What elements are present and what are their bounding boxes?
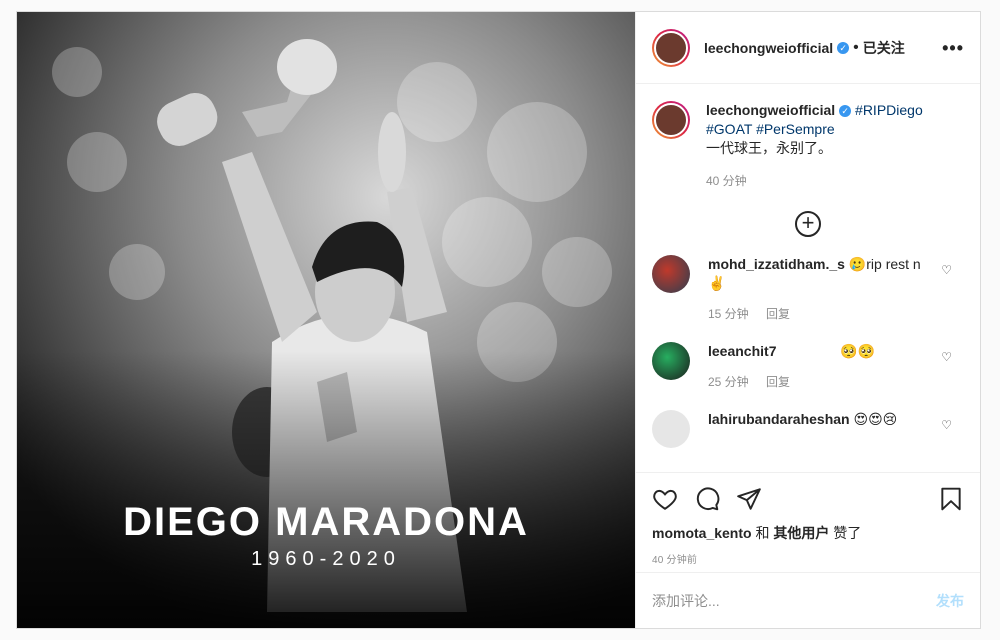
comment-time[interactable]: 15 分钟 xyxy=(708,307,749,321)
commenter-avatar[interactable] xyxy=(652,255,690,293)
more-options-icon[interactable]: ••• xyxy=(942,38,964,59)
verified-icon: ✓ xyxy=(839,105,852,117)
comment-username[interactable]: lahirubandaraheshan xyxy=(708,411,850,427)
following-button[interactable]: 已关注 xyxy=(863,38,905,58)
like-comment-heart-icon[interactable]: ♡ xyxy=(941,263,952,277)
bookmark-icon[interactable] xyxy=(938,486,964,512)
author-avatar[interactable] xyxy=(652,28,690,67)
hashtag-persempre[interactable]: #PerSempre xyxy=(756,121,835,137)
likes-suffix: 赞了 xyxy=(833,525,862,541)
comment-item: lahirubandaraheshan 😍😍😢 ♡ xyxy=(652,410,964,448)
add-comment-bar: 添加评论... 发布 xyxy=(636,572,980,628)
heart-icon[interactable] xyxy=(652,486,678,512)
verified-icon: ✓ xyxy=(837,41,850,54)
caption-time[interactable]: 40 分钟 xyxy=(706,174,747,188)
like-comment-heart-icon[interactable]: ♡ xyxy=(941,418,952,432)
comment-username[interactable]: mohd_izzatidham._s xyxy=(708,256,845,272)
reply-button[interactable]: 回复 xyxy=(766,375,790,389)
comment-username[interactable]: leeanchit7 xyxy=(708,343,776,359)
liker-username[interactable]: momota_kento xyxy=(652,525,752,541)
comment-item: mohd_izzatidham._s 🥲rip rest n ✌️ 15 分钟 … xyxy=(652,255,964,324)
hashtag-goat[interactable]: #GOAT xyxy=(706,121,752,137)
commenter-avatar[interactable] xyxy=(652,342,690,380)
reply-button[interactable]: 回复 xyxy=(766,307,790,321)
plus-circle-icon[interactable]: + xyxy=(795,211,821,237)
post-image-title: DIEGO MARADONA xyxy=(123,500,529,544)
hashtag-ripdiego[interactable]: #RIPDiego xyxy=(855,102,923,118)
post-sidebar: leechongweiofficial ✓ • 已关注 ••• leechong… xyxy=(635,12,980,628)
likes-others-link[interactable]: 其他用户 xyxy=(773,525,829,541)
post-card: DIEGO MARADONA 1960-2020 leechongweioffi… xyxy=(16,11,981,629)
post-image[interactable]: DIEGO MARADONA 1960-2020 xyxy=(17,12,635,628)
caption-avatar[interactable] xyxy=(652,101,690,139)
share-icon[interactable] xyxy=(736,486,762,512)
post-timestamp[interactable]: 40 分钟前 xyxy=(652,551,964,566)
comment-time[interactable]: 25 分钟 xyxy=(708,375,749,389)
post-image-years: 1960-2020 xyxy=(251,548,401,570)
load-more-comments[interactable]: + xyxy=(652,211,964,237)
comment-text: 😍😍😢 xyxy=(853,411,898,427)
author-username[interactable]: leechongweiofficial xyxy=(704,40,833,56)
post-actions: momota_kento 和 其他用户 赞了 40 分钟前 xyxy=(636,472,980,566)
comment-text: 🥺🥺 xyxy=(840,343,876,359)
likes-summary: momota_kento 和 其他用户 赞了 xyxy=(652,523,964,543)
comment-icon[interactable] xyxy=(694,486,720,512)
likes-connector: 和 xyxy=(755,525,770,541)
caption-text: 一代球王，永别了。 xyxy=(706,140,832,156)
caption: leechongweiofficial ✓ #RIPDiego #GOAT #Pe… xyxy=(652,101,964,191)
post-comment-button[interactable]: 发布 xyxy=(936,591,964,611)
post-header: leechongweiofficial ✓ • 已关注 ••• xyxy=(636,12,980,84)
separator-dot: • xyxy=(853,38,859,56)
like-comment-heart-icon[interactable]: ♡ xyxy=(941,350,952,364)
comment-item: leeanchit7 🥺🥺 25 分钟 回复 ♡ xyxy=(652,342,964,392)
comment-input[interactable]: 添加评论... xyxy=(652,591,936,611)
commenter-avatar[interactable] xyxy=(652,410,690,448)
caption-username[interactable]: leechongweiofficial xyxy=(706,102,835,118)
comments-list[interactable]: leechongweiofficial ✓ #RIPDiego #GOAT #Pe… xyxy=(636,85,980,472)
